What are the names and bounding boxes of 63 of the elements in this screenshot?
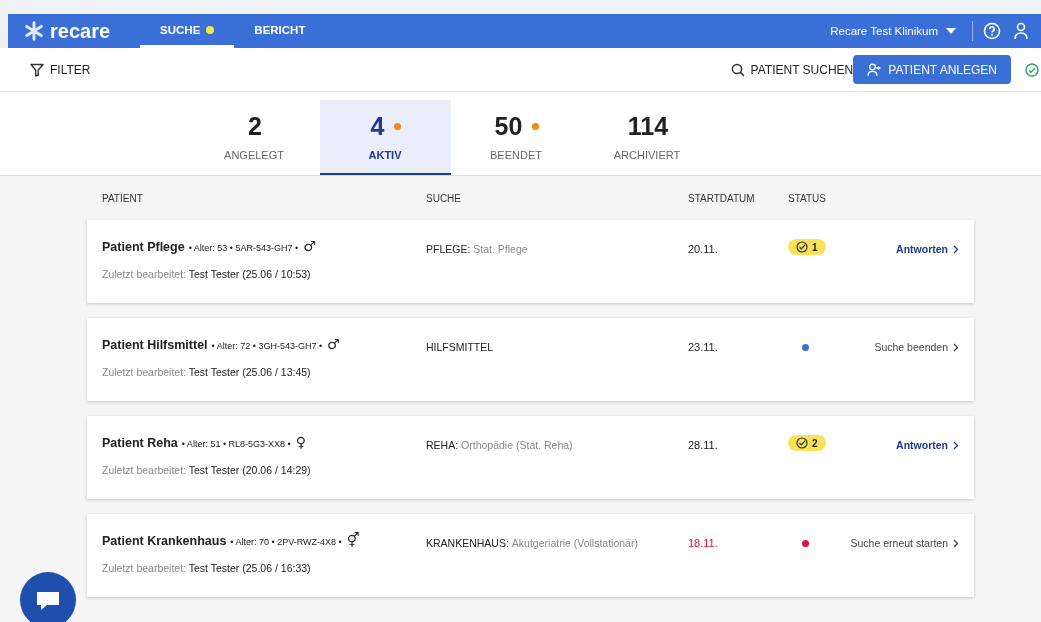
status-tab[interactable]: 4 AKTIV (319, 100, 451, 175)
status-tab[interactable]: 2 ANGELEGT (188, 100, 320, 175)
gender-symbol: ♀ (295, 435, 306, 449)
patient-name: Patient Reha (102, 436, 178, 450)
last-edited-text: Zuletzt bearbeitet: Test Tester (25.06 / 13:45) (102, 366, 312, 378)
last-edited-text: Zuletzt bearbeitet: Test Tester (25.06 / 10:53) (102, 268, 312, 280)
search-icon (730, 62, 745, 77)
patient-meta: • Alter: 53 • 5AR-543-GH7 • (188, 243, 299, 253)
logo-text: recare (50, 19, 111, 43)
status-tab[interactable]: 50 BEENDET (450, 100, 582, 175)
patient-meta: • Alter: 51 • RL8-5G3-XX8 • (181, 439, 291, 449)
check-circle-icon (796, 437, 808, 449)
start-date: 28.11. (688, 439, 718, 451)
action-link[interactable]: Antworten (896, 439, 959, 451)
check-circle-icon (796, 241, 808, 253)
patient-meta: • Alter: 70 • 2PV-RWZ-4X8 • (230, 537, 342, 547)
action-link[interactable]: Suche beenden (874, 341, 959, 353)
gender-symbol: ⚥ (346, 533, 360, 547)
chevron-right-icon (953, 342, 959, 352)
search-type: HILFSMITTEL (426, 341, 494, 353)
column-header: SUCHE (426, 192, 462, 204)
patient-card[interactable]: Patient Pflege • Alter: 53 • 5AR-543-GH7 • ♂ Zuletzt bearbeitet: Test Tester (25.06 / 10:53) PFLEGE: Stat. Pflege 20.11. 1 Antworten (87, 220, 974, 303)
check-circle-icon (1025, 62, 1039, 77)
logo-icon (22, 20, 46, 42)
chevron-right-icon (953, 538, 959, 548)
gender-symbol: ♂ (327, 337, 340, 351)
patient-name: Patient Pflege (102, 240, 185, 254)
patient-meta: • Alter: 72 • 3GH-543-GH7 • (211, 341, 323, 351)
search-type: REHA: Orthopädie (Stat. Reha) (426, 439, 573, 451)
user-icon[interactable] (1013, 22, 1029, 40)
caret-icon (946, 28, 956, 34)
search-type: KRANKENHAUS: Akutgeriatrie (Vollstationär) (426, 537, 638, 549)
filter-button[interactable]: FILTER (30, 62, 91, 77)
status-badge: 2 (788, 435, 826, 451)
start-date: 23.11. (688, 341, 718, 353)
column-header: STARTDATUM (688, 192, 756, 204)
add-user-icon (867, 62, 882, 77)
patient-name: Patient Hilfsmittel (102, 338, 208, 352)
column-header: STATUS (788, 192, 827, 204)
search-patient-button[interactable]: PATIENT SUCHEN (730, 62, 854, 77)
chevron-right-icon (953, 440, 959, 450)
chat-icon[interactable] (20, 572, 76, 622)
start-date: 20.11. (688, 243, 718, 255)
start-date: 18.11. (688, 537, 718, 549)
status-tab[interactable]: 114 ARCHIVIERT (581, 100, 713, 175)
nav-tab[interactable]: BERICHT (234, 14, 326, 48)
patient-card[interactable]: Patient Krankenhaus • Alter: 70 • 2PV-RWZ-4X8 • ⚥ Zuletzt bearbeitet: Test Tester (25.06 / 16:33) KRANKENHAUS: Akutgeriatrie (Vollstationär) 18.11. Suche erneut starten (87, 514, 974, 597)
search-type: PFLEGE: Stat. Pflege (426, 243, 528, 255)
chevron-right-icon (953, 244, 959, 254)
column-header: PATIENT (102, 192, 144, 204)
filter-icon (30, 62, 44, 77)
action-link[interactable]: Antworten (896, 243, 959, 255)
action-link[interactable]: Suche erneut starten (850, 537, 959, 549)
help-icon[interactable] (983, 22, 1001, 40)
patient-card[interactable]: Patient Reha • Alter: 51 • RL8-5G3-XX8 • ♀ Zuletzt bearbeitet: Test Tester (20.06 / 14:29) REHA: Orthopädie (Stat. Reha) 28.11. 2 Antworten (87, 416, 974, 499)
create-patient-button[interactable]: PATIENT ANLEGEN (853, 55, 1011, 84)
last-edited-text: Zuletzt bearbeitet: Test Tester (25.06 / 16:33) (102, 562, 312, 574)
status-badge: 1 (788, 239, 826, 255)
patient-card[interactable]: Patient Hilfsmittel • Alter: 72 • 3GH-543-GH7 • ♂ Zuletzt bearbeitet: Test Tester (25.06 / 13:45) HILFSMITTEL 23.11. Suche beenden (87, 318, 974, 401)
gender-symbol: ♂ (303, 239, 316, 253)
last-edited-text: Zuletzt bearbeitet: Test Tester (20.06 / 14:29) (102, 464, 312, 476)
patient-name: Patient Krankenhaus (102, 534, 227, 548)
account-dropdown[interactable]: Recare Test Klinikum (824, 24, 962, 38)
